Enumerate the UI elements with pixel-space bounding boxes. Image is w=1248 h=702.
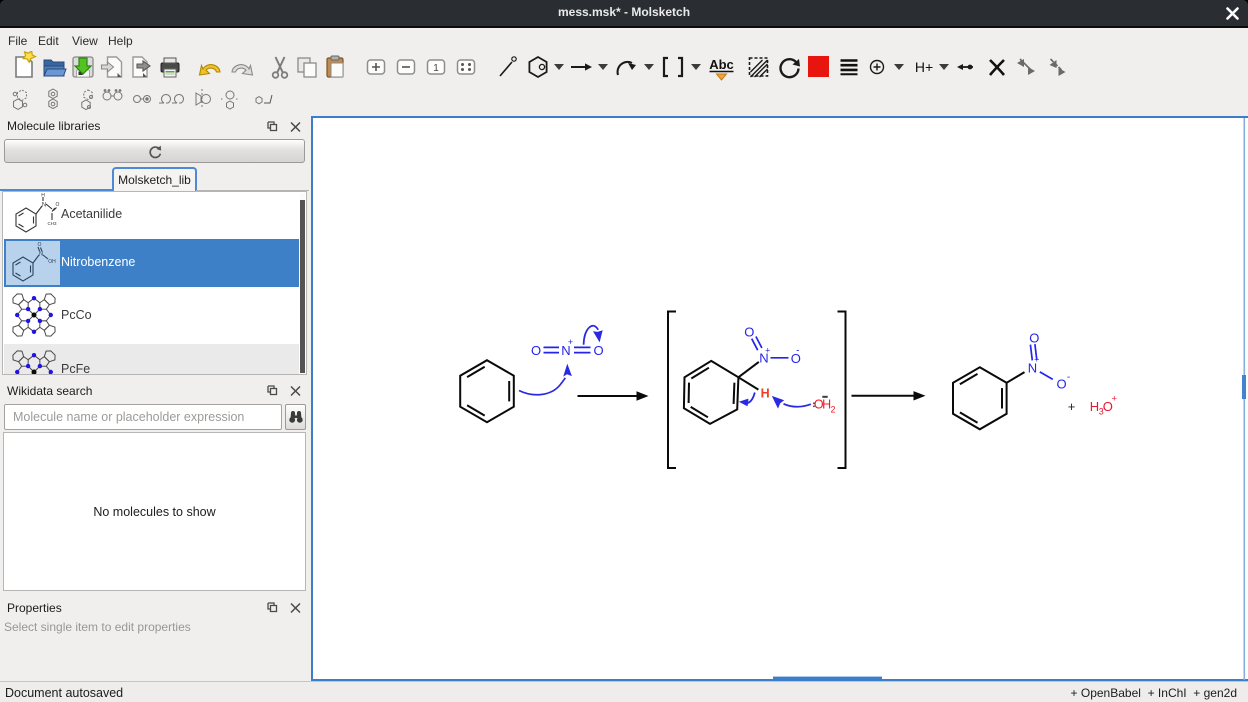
svg-text:O: O	[531, 343, 541, 358]
svg-text:-: -	[796, 346, 799, 357]
svg-text:O: O	[744, 324, 754, 339]
svg-text:+: +	[568, 337, 573, 347]
svg-text:+: +	[1068, 399, 1076, 414]
svg-text:2: 2	[830, 405, 835, 415]
svg-text:+: +	[765, 345, 770, 355]
svg-text:H: H	[1090, 399, 1099, 414]
svg-text:O: O	[1056, 376, 1066, 391]
svg-text:H: H	[761, 387, 770, 401]
svg-text:O: O	[1029, 330, 1039, 345]
svg-text:+: +	[1112, 394, 1117, 404]
svg-text:-: -	[1067, 372, 1070, 383]
svg-text:O: O	[593, 343, 603, 358]
